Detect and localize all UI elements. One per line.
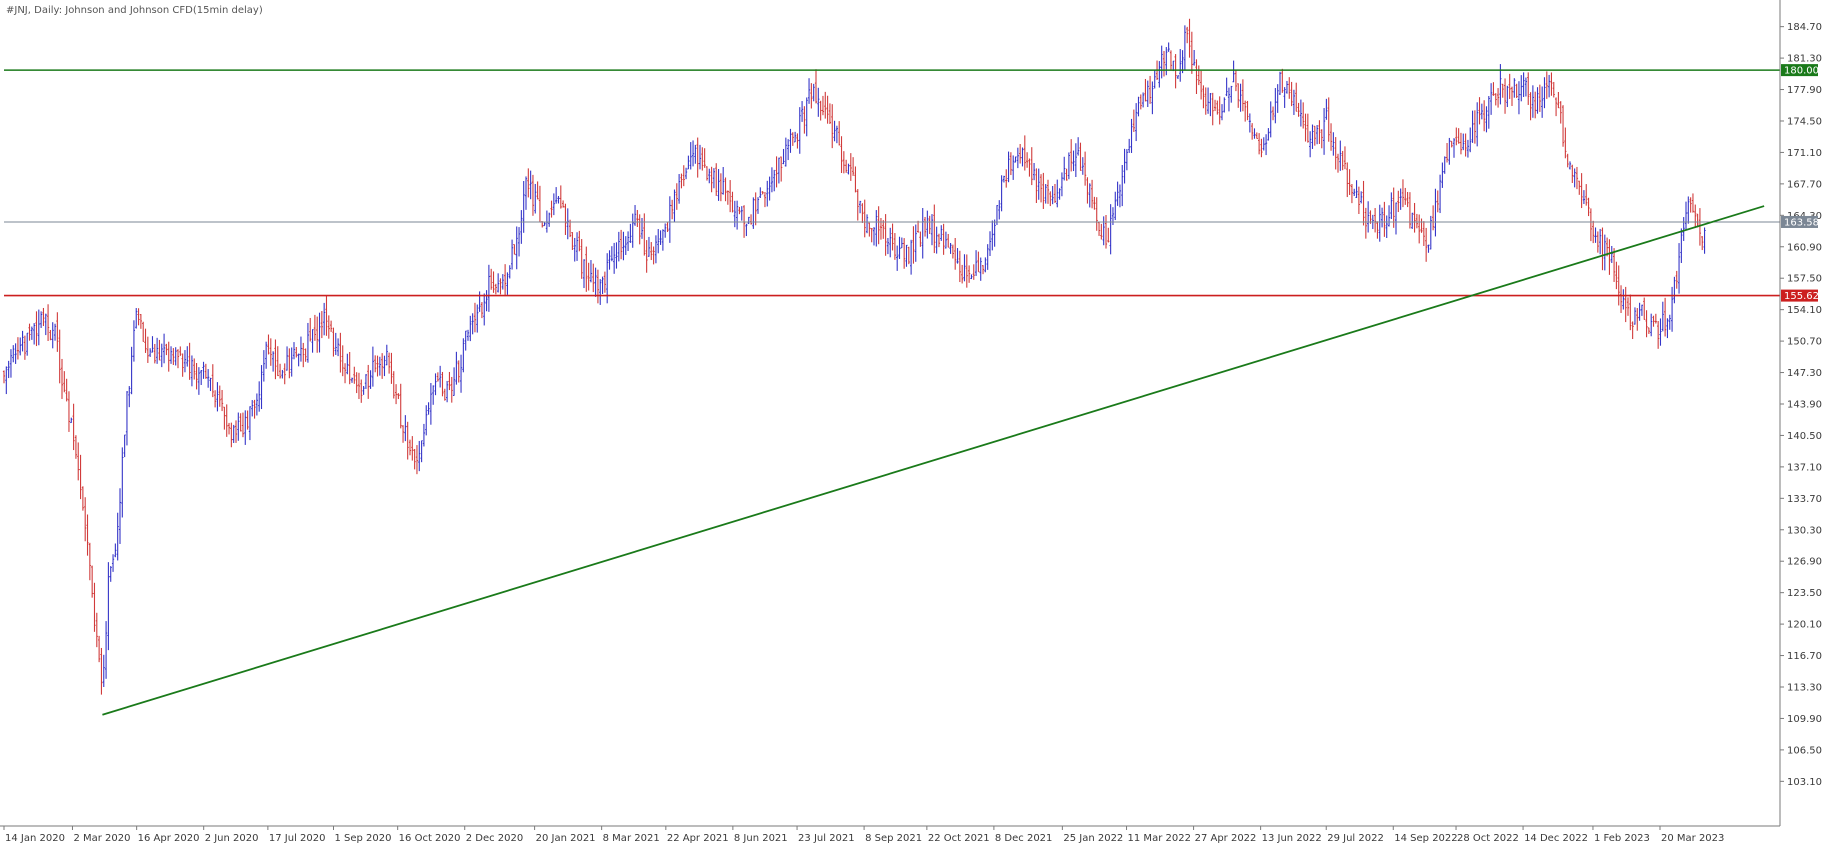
price-tick-label: 137.10 <box>1787 462 1822 473</box>
price-tick-label: 120.10 <box>1787 620 1822 631</box>
price-tick-label: 171.10 <box>1787 148 1822 159</box>
price-tick-label: 150.70 <box>1787 337 1822 348</box>
level-badge-label: 155.62 <box>1784 291 1819 302</box>
chart-title: #JNJ, Daily: Johnson and Johnson CFD(15m… <box>6 5 263 16</box>
price-tick-label: 113.30 <box>1787 682 1822 693</box>
time-tick-label: 2 Mar 2020 <box>73 833 130 844</box>
price-tick-label: 160.90 <box>1787 242 1822 253</box>
time-tick-label: 16 Apr 2020 <box>138 833 200 844</box>
price-chart[interactable]: 184.70181.30177.90174.50171.10167.70164.… <box>0 0 1830 844</box>
price-tick-label: 147.30 <box>1787 368 1822 379</box>
time-tick-label: 8 Sep 2021 <box>865 833 922 844</box>
chart-window: 184.70181.30177.90174.50171.10167.70164.… <box>0 0 1830 844</box>
price-tick-label: 133.70 <box>1787 494 1822 505</box>
price-tick-label: 174.50 <box>1787 116 1822 127</box>
time-tick-label: 22 Oct 2021 <box>928 833 990 844</box>
time-tick-label: 20 Mar 2023 <box>1661 833 1724 844</box>
price-tick-label: 116.70 <box>1787 651 1822 662</box>
time-tick-label: 8 Dec 2021 <box>995 833 1053 844</box>
time-tick-label: 22 Apr 2021 <box>667 833 729 844</box>
time-tick-label: 1 Feb 2023 <box>1594 833 1650 844</box>
time-tick-label: 14 Sep 2022 <box>1394 833 1457 844</box>
time-tick-label: 25 Jan 2022 <box>1063 833 1123 844</box>
price-tick-label: 123.50 <box>1787 588 1822 599</box>
time-tick-label: 16 Oct 2020 <box>399 833 461 844</box>
chart-background <box>0 0 1830 844</box>
price-tick-label: 177.90 <box>1787 85 1822 96</box>
time-tick-label: 13 Jun 2022 <box>1262 833 1322 844</box>
time-tick-label: 20 Jan 2021 <box>536 833 596 844</box>
time-tick-label: 2 Jun 2020 <box>205 833 259 844</box>
time-tick-label: 17 Jul 2020 <box>269 833 326 844</box>
time-tick-label: 2 Dec 2020 <box>466 833 524 844</box>
price-tick-label: 184.70 <box>1787 22 1822 33</box>
time-tick-label: 8 Mar 2021 <box>603 833 660 844</box>
price-tick-label: 143.90 <box>1787 399 1822 410</box>
price-tick-label: 106.50 <box>1787 745 1822 756</box>
price-tick-label: 103.10 <box>1787 777 1822 788</box>
time-tick-label: 27 Apr 2022 <box>1195 833 1257 844</box>
price-tick-label: 140.50 <box>1787 431 1822 442</box>
time-tick-label: 11 Mar 2022 <box>1128 833 1191 844</box>
time-tick-label: 23 Jul 2021 <box>798 833 855 844</box>
time-tick-label: 1 Sep 2020 <box>334 833 391 844</box>
price-tick-label: 126.90 <box>1787 557 1822 568</box>
level-badge-label: 180.00 <box>1784 66 1819 77</box>
time-tick-label: 14 Jan 2020 <box>5 833 65 844</box>
time-tick-label: 14 Dec 2022 <box>1524 833 1588 844</box>
price-tick-label: 157.50 <box>1787 274 1822 285</box>
time-tick-label: 28 Oct 2022 <box>1457 833 1519 844</box>
time-tick-label: 29 Jul 2022 <box>1327 833 1384 844</box>
price-tick-label: 181.30 <box>1787 54 1822 65</box>
level-badge-label: 163.58 <box>1784 217 1819 228</box>
price-tick-label: 167.70 <box>1787 179 1822 190</box>
price-tick-label: 130.30 <box>1787 525 1822 536</box>
price-tick-label: 109.90 <box>1787 714 1822 725</box>
price-tick-label: 154.10 <box>1787 305 1822 316</box>
time-tick-label: 8 Jun 2021 <box>734 833 788 844</box>
